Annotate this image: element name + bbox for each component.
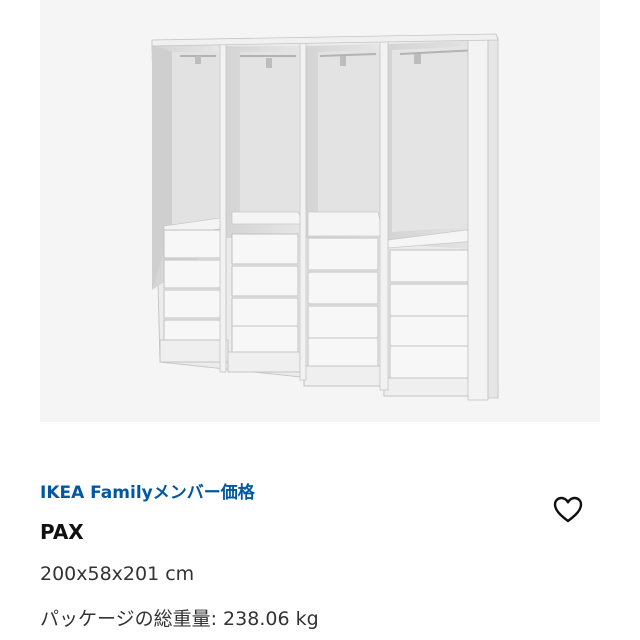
family-price-label: IKEA Familyメンバー価格	[40, 483, 255, 503]
wardrobe-bay-3	[303, 44, 385, 387]
favorite-button[interactable]	[548, 489, 588, 529]
product-image[interactable]	[40, 0, 600, 422]
product-dimensions: 200x58x201 cm	[40, 563, 195, 585]
product-name[interactable]: PAX	[40, 520, 84, 548]
wardrobe-illustration	[151, 33, 499, 401]
package-weight: パッケージの総重量: 238.06 kg	[40, 608, 319, 630]
wardrobe-bay-2	[225, 46, 305, 373]
heart-outline-icon	[553, 496, 583, 523]
